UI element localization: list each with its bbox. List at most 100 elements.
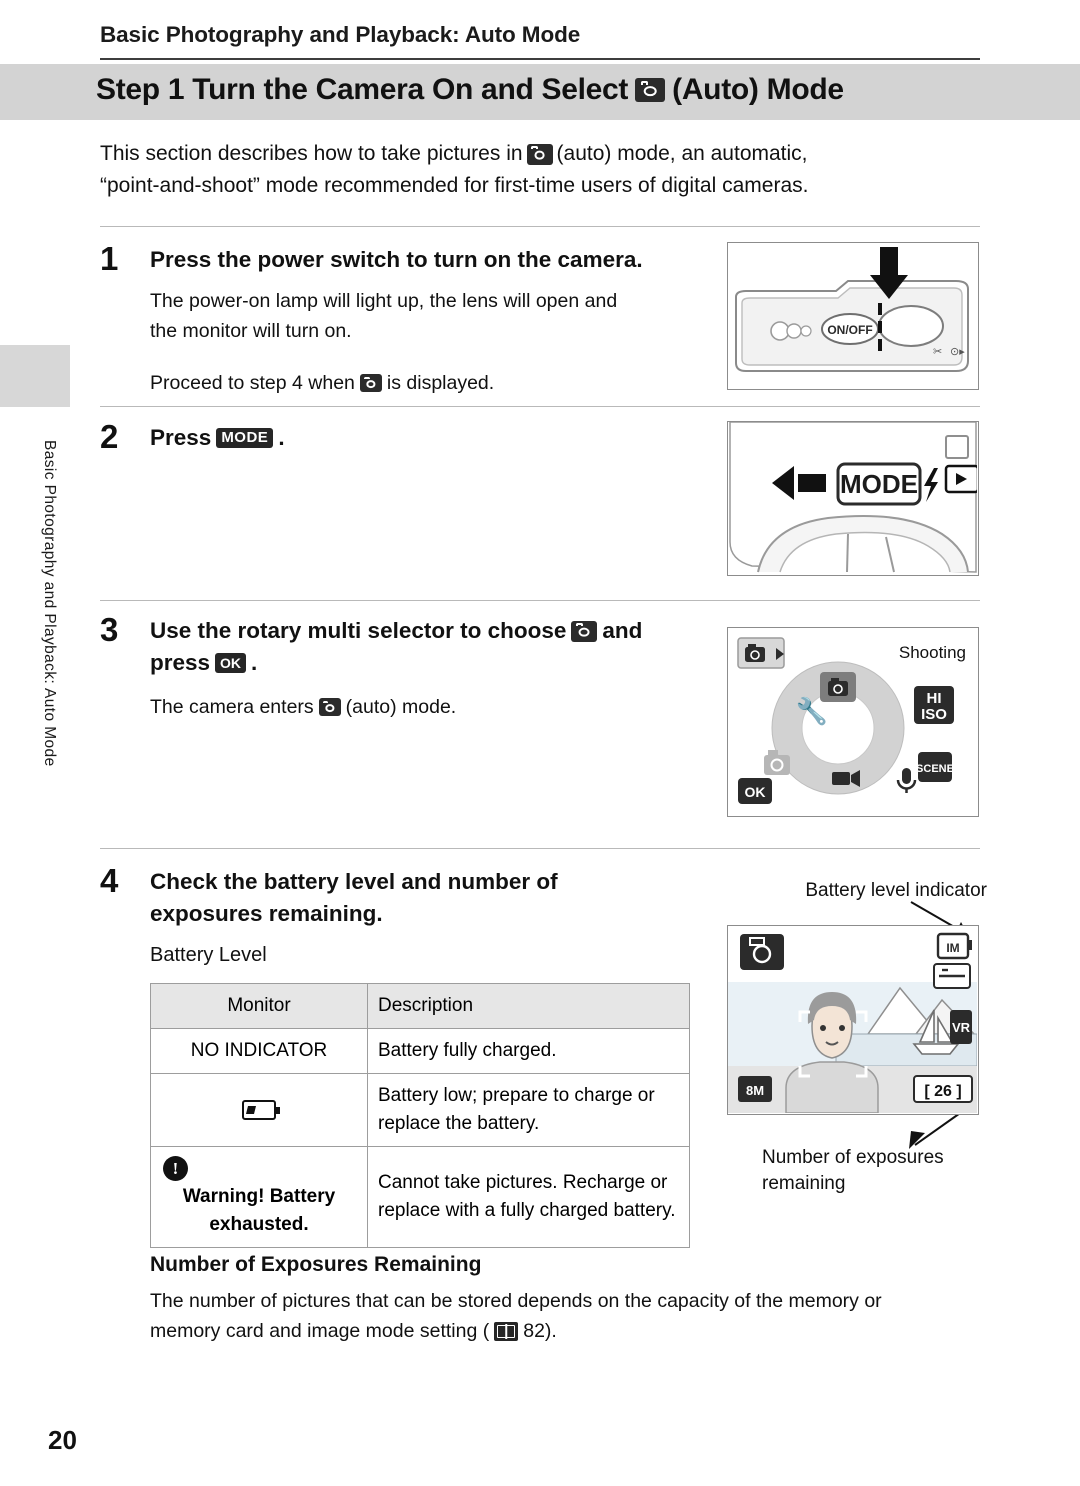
scene-mode-icon: SCENE [916, 752, 954, 782]
step-3-number: 3 [100, 611, 119, 648]
step-4-heading-line2: exposures remaining. [150, 901, 383, 926]
left-margin: Basic Photography and Playback: Auto Mod… [0, 0, 72, 1486]
svg-text:IM: IM [946, 941, 959, 955]
svg-text:OK: OK [745, 784, 766, 800]
footer-rule [48, 1413, 980, 1414]
image-mode-badge: 8M [738, 1076, 772, 1102]
row-3-monitor-text: Warning! Battery exhausted. [182, 1186, 336, 1235]
setup-icon: 🔧 [796, 695, 828, 727]
svg-text:[ 26 ]: [ 26 ] [924, 1083, 961, 1100]
figure-power-switch: ON/OFF ✂ ⊙▸ [727, 242, 979, 390]
table-row: ! Warning! Battery exhausted. Cannot tak… [150, 1146, 690, 1248]
step-3-body: The camera enters (auto) mode. [150, 692, 705, 722]
step-2-heading-text: Press [150, 425, 212, 450]
table-header-description: Description [367, 983, 690, 1029]
exposures-callout-line2: remaining [762, 1173, 846, 1194]
svg-text:SCENE: SCENE [916, 763, 954, 775]
table-row: NO INDICATOR Battery fully charged. [150, 1028, 690, 1074]
battery-level-subheading: Battery Level [150, 944, 267, 966]
divider [100, 600, 980, 601]
svg-text:ISO: ISO [921, 706, 947, 723]
step-2-heading: Press MODE . [150, 422, 670, 454]
auto-mode-indicator [740, 934, 784, 970]
svg-text:8M: 8M [746, 1083, 764, 1098]
movie-icon [832, 770, 860, 787]
step-1-number: 1 [100, 240, 119, 277]
step-1-heading: Press the power switch to turn on the ca… [150, 247, 643, 272]
step-4-heading-line1: Check the battery level and number of [150, 869, 558, 894]
step-title-text-post: (Auto) Mode [672, 73, 844, 106]
step-1-body: The power-on lamp will light up, the len… [150, 286, 710, 398]
row-3-monitor: ! Warning! Battery exhausted. [150, 1146, 368, 1248]
shooting-mode-menu-screen: Shooting 🔧 HI ISO SCENE OK [728, 628, 977, 815]
auto-mode-icon [635, 78, 666, 102]
header-rule [100, 58, 980, 60]
intro-line2: “point-and-shoot” mode recommended for f… [100, 174, 809, 197]
chapter-tab-marker [0, 345, 70, 407]
macro-indicator [933, 963, 971, 989]
warning-icon: ! [163, 1156, 188, 1181]
closing-line2-a: memory card and image mode setting ( [150, 1320, 490, 1342]
step-3-heading-c: press [150, 650, 211, 675]
auto-mode-icon [318, 698, 341, 716]
table-header-monitor: Monitor [150, 983, 368, 1029]
intro-line1-b: (auto) mode, an automatic, [556, 142, 808, 165]
step-title-text-pre: Step 1 Turn the Camera On and Select [96, 73, 629, 106]
camera-power-switch-illustration: ON/OFF ✂ ⊙▸ [735, 247, 969, 372]
intro-paragraph: This section describes how to take pictu… [100, 138, 980, 202]
exposures-remaining-badge: [ 26 ] [913, 1075, 973, 1103]
figure-mode-button: MODE [727, 421, 980, 576]
table-header-row: Monitor Description [150, 983, 690, 1029]
battery-low-icon [242, 1099, 280, 1120]
figure-monitor: IM VR 8M [ 26 ] [727, 925, 979, 1115]
step-4-heading: Check the battery level and number of ex… [150, 866, 680, 930]
divider [100, 848, 980, 849]
step-4-number: 4 [100, 862, 119, 899]
vertical-chapter-label: Basic Photography and Playback: Auto Mod… [41, 440, 58, 767]
svg-text:VR: VR [952, 1020, 971, 1035]
step-1-body-line3-b: is displayed. [386, 372, 495, 394]
battery-level-table: Monitor Description NO INDICATOR Battery… [150, 983, 690, 1248]
exposures-remaining-subheading: Number of Exposures Remaining [150, 1253, 482, 1276]
mode-button-label: MODE [840, 469, 918, 499]
high-iso-icon: HI ISO [914, 686, 954, 724]
closing-line2-b: 82). [523, 1320, 557, 1342]
step-1-body-line3-a: Proceed to step 4 when [150, 372, 355, 394]
manual-page: Basic Photography and Playback: Auto Mod… [0, 0, 1080, 1486]
intro-line1-a: This section describes how to take pictu… [100, 142, 523, 165]
row-2-monitor [150, 1073, 368, 1147]
table-row: Battery low; prepare to charge or replac… [150, 1073, 690, 1147]
step-2-heading-period: . [278, 425, 285, 450]
ok-button-icon: OK [738, 778, 772, 804]
step-3-heading-b: and [602, 618, 643, 643]
auto-mode-icon [359, 374, 382, 392]
step-2-number: 2 [100, 418, 119, 455]
mode-button-icon: MODE [216, 428, 274, 448]
row-3-description: Cannot take pictures. Recharge or replac… [367, 1146, 690, 1248]
reference-book-icon [494, 1321, 519, 1341]
svg-text:⊙▸: ⊙▸ [950, 346, 965, 358]
auto-mode-icon [526, 143, 553, 165]
step-3-heading: Use the rotary multi selector to choose … [150, 615, 705, 679]
page-number: 20 [48, 1425, 77, 1455]
step-3-heading-a: Use the rotary multi selector to choose [150, 618, 567, 643]
step-1-body-line2: the monitor will turn on. [150, 320, 352, 342]
divider [100, 406, 980, 407]
row-2-description: Battery low; prepare to charge or replac… [367, 1073, 690, 1147]
row-1-description: Battery fully charged. [367, 1028, 690, 1074]
row-1-monitor: NO INDICATOR [150, 1028, 368, 1074]
auto-mode-icon [571, 620, 598, 642]
vr-indicator: VR [950, 1010, 972, 1044]
step-3-heading-d: . [251, 650, 258, 675]
ok-button-icon: OK [215, 653, 247, 673]
svg-text:✂: ✂ [933, 346, 942, 358]
step-3-body-b: (auto) mode. [345, 696, 457, 718]
closing-line1: The number of pictures that can be store… [150, 1290, 882, 1312]
monitor-battery-and-exposures-screen: IM VR 8M [ 26 ] [728, 926, 978, 1114]
shooting-menu-title: Shooting [899, 643, 966, 662]
step-1-body-line1: The power-on lamp will light up, the len… [150, 290, 618, 312]
page-title: Step 1 Turn the Camera On and Select (Au… [96, 73, 844, 107]
step-3-body-a: The camera enters [150, 696, 314, 718]
camera-mode-button-illustration: MODE [729, 421, 980, 573]
on-off-button-label: ON/OFF [827, 323, 872, 337]
